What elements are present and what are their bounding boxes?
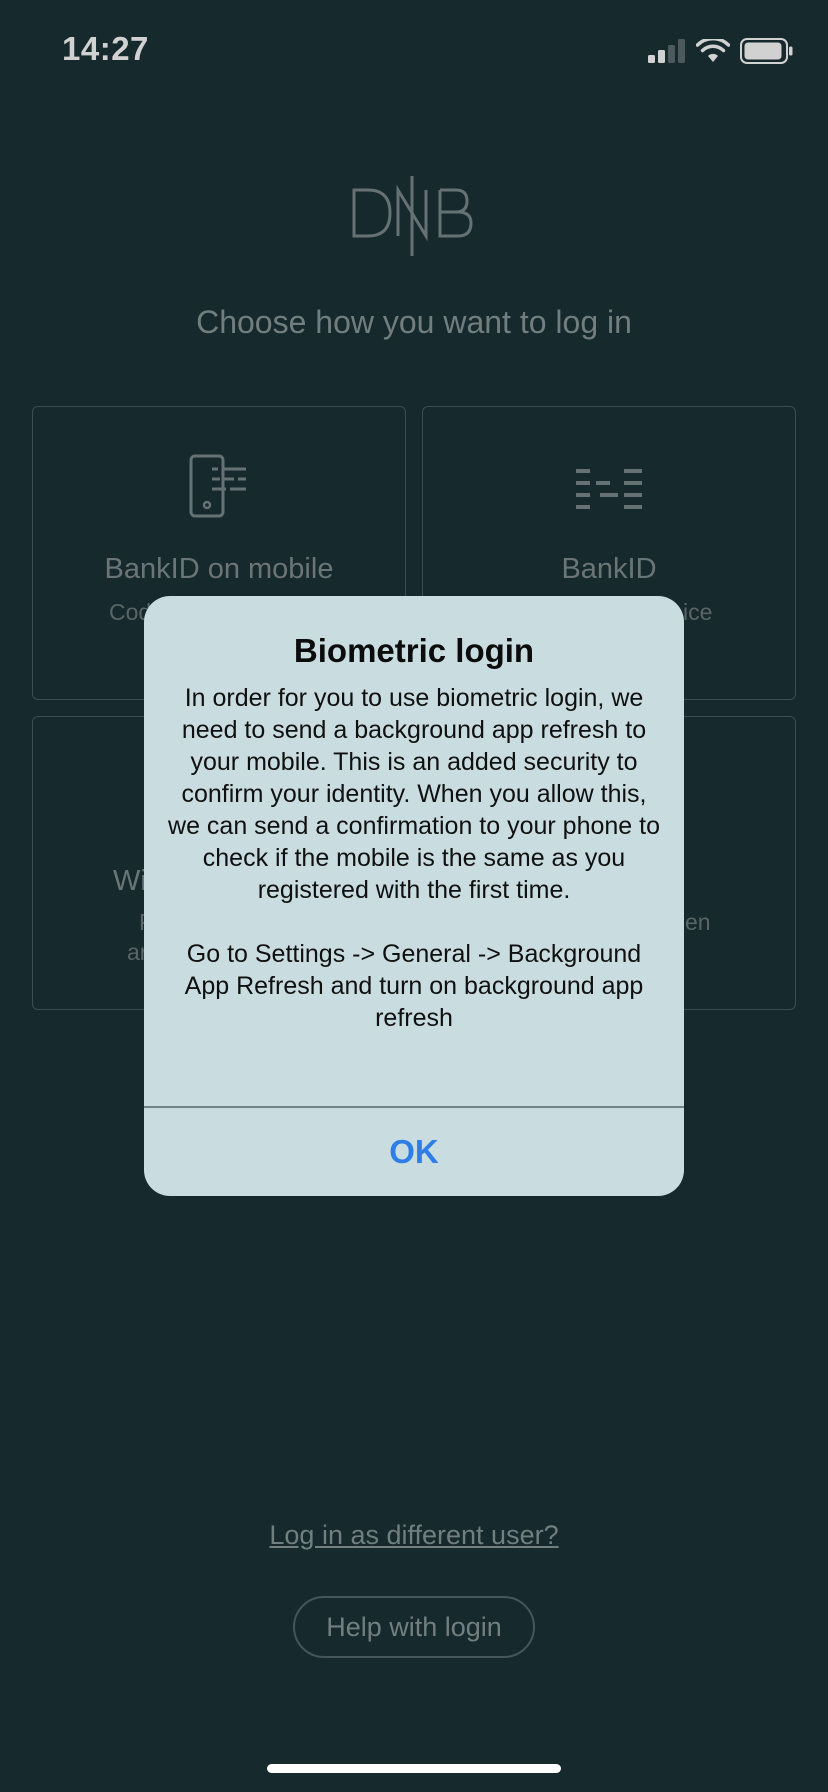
ok-button[interactable]: OK [144,1108,684,1196]
alert-title: Biometric login [293,632,535,669]
biometric-login-alert: Biometric login In order for you to use … [144,596,684,1196]
home-indicator[interactable] [267,1764,561,1773]
alert-message: In order for you to use biometric login,… [168,684,660,1032]
